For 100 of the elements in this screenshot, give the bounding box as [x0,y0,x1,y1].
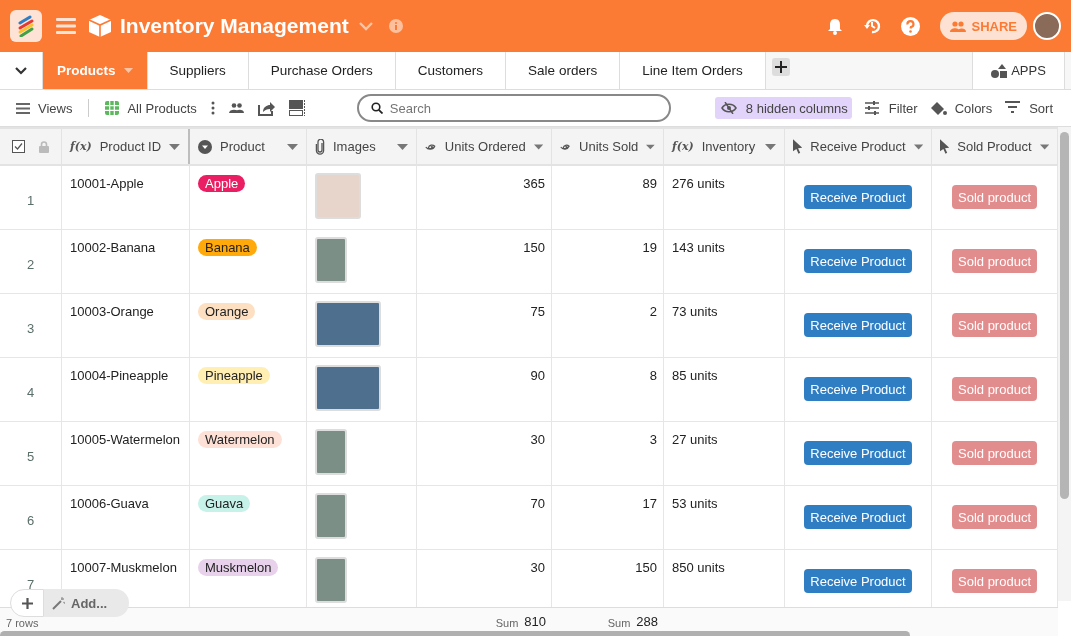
filter-button[interactable]: Filter [864,100,918,116]
dropdown-circle-icon [198,139,212,154]
caret-icon[interactable] [1039,143,1049,150]
photo-placeholder[interactable] [315,301,381,347]
paperclip-icon [315,138,325,155]
summary-label: Sum [607,617,631,629]
column-header[interactable]: Units Sold [552,129,664,164]
views-button[interactable]: Views [16,100,73,116]
magic-wand-icon [52,596,65,610]
table-cell: 73 units [664,294,785,358]
layout-icon[interactable] [288,100,305,116]
add-button[interactable]: Add... [44,589,130,617]
caret-icon[interactable] [169,143,180,150]
column-header[interactable]: f(x) Product ID [62,129,190,164]
hidden-columns-button[interactable]: 8 hidden columns [714,97,852,119]
tab[interactable]: Purchase Orders [248,52,396,89]
add-tab-button[interactable] [771,58,790,76]
sort-button[interactable]: Sort [1005,100,1054,116]
eye-slash-icon [720,102,737,114]
caret-icon[interactable] [646,143,655,150]
column-header[interactable]: Product [190,129,307,164]
tab[interactable]: Customers [395,52,507,89]
formula-symbol: f(x) [70,140,92,153]
add-row-button[interactable] [10,589,44,617]
search-field[interactable]: Search [356,94,671,122]
bell-icon[interactable] [827,17,844,35]
photo-placeholder[interactable] [315,493,347,539]
row-number: 6 [0,486,62,550]
caret-icon[interactable] [913,143,923,150]
caret-icon[interactable] [397,143,408,150]
table-cell: 2 [552,294,664,358]
tab[interactable]: Line Item Orders [620,52,766,89]
caret-icon[interactable] [533,143,543,150]
grid-icon [105,101,120,115]
avatar[interactable] [1033,12,1061,40]
photo-placeholder[interactable] [315,557,347,603]
receive-product-button[interactable]: Receive Product [804,377,912,401]
row-number: 1 [0,166,62,230]
row-number: 3 [0,294,62,358]
colors-button[interactable]: Colors [930,100,993,116]
help-icon[interactable] [901,16,921,36]
table-cell: 10002-Banana [62,230,190,294]
cursor-icon [793,138,803,155]
tab[interactable]: Suppliers [147,52,249,89]
row-number: 2 [0,230,62,294]
table-cell: 90 [417,358,552,422]
paint-bucket-icon [930,101,947,115]
cube-icon [88,14,112,38]
summary-label: Sum [495,617,519,629]
chevron-down-icon [15,66,27,75]
checkbox-icon[interactable] [12,140,25,153]
view-button[interactable]: All Products [105,100,197,116]
column-header[interactable]: f(x) Inventory [664,129,785,164]
app-title: Inventory Management [120,14,349,38]
photo-placeholder[interactable] [315,365,381,411]
search-icon [370,102,383,114]
history-icon[interactable] [863,17,882,35]
receive-product-button[interactable]: Receive Product [804,185,912,209]
table-cell: 89 [552,166,664,230]
receive-product-button[interactable]: Receive Product [804,441,912,465]
receive-product-button[interactable]: Receive Product [804,569,912,593]
plus-icon [774,61,787,73]
column-header[interactable]: Receive Product [785,129,932,164]
summary-value: 288 [636,614,658,629]
column-header[interactable]: Images [307,129,417,164]
receive-product-button[interactable]: Receive Product [804,249,912,273]
product-tag: Apple [198,175,246,192]
plus-icon [21,597,33,609]
table-cell: 150 [417,230,552,294]
table-cell: 19 [552,230,664,294]
cursor-icon [940,138,950,155]
photo-placeholder[interactable] [315,429,347,475]
menu-icon[interactable] [56,18,76,34]
table-cell: 8 [552,358,664,422]
table-cell: 3 [552,422,664,486]
table-cell: 53 units [664,486,785,550]
summary-value: 810 [524,614,546,629]
product-tag: Orange [198,303,256,320]
receive-product-button[interactable]: Receive Product [804,313,912,337]
more-icon[interactable] [210,101,215,115]
people-icon[interactable] [228,103,244,113]
table-cell: 17 [552,486,664,550]
table-cell: 10003-Orange [62,294,190,358]
sort-icon [1005,101,1022,115]
stripes-icon [16,15,36,37]
product-tag: Muskmelon [198,559,279,576]
menu-icon [16,102,30,114]
caret-icon [123,68,133,73]
vertical-scrollbar[interactable] [1060,132,1069,499]
row-number: 4 [0,358,62,422]
tab[interactable]: Sale orders [506,52,621,89]
caret-icon[interactable] [765,143,776,150]
photo-placeholder[interactable] [315,237,347,283]
row-count: 7 rows [6,617,39,629]
receive-product-button[interactable]: Receive Product [804,505,912,529]
share-icon[interactable] [257,100,275,116]
caret-icon[interactable] [287,143,298,150]
app-logo[interactable] [10,10,42,42]
apps-button[interactable]: APPS [972,52,1065,89]
column-header[interactable]: Units Ordered [417,129,552,164]
